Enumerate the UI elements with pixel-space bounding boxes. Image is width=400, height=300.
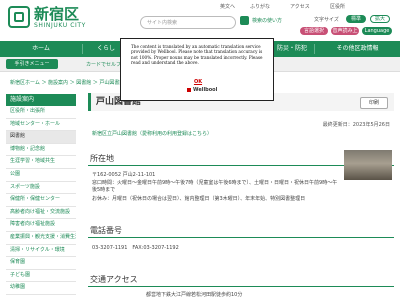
sidebar-item[interactable]: 生涯学習・地域共生 xyxy=(6,156,76,169)
sidebar-item[interactable]: 保育園 xyxy=(6,257,76,270)
card-self-link[interactable]: カードでセルフ xyxy=(86,61,121,68)
language-button[interactable]: Language xyxy=(362,27,392,35)
registration-link[interactable]: 新宿区立戸山図書館（愛称利用の利用登録はこちら） xyxy=(92,130,212,137)
search-button[interactable] xyxy=(240,16,249,25)
utility-link-english[interactable]: 英文へ xyxy=(220,3,235,10)
address-line: 〒162-0052 戸山2-11-101 xyxy=(92,172,156,178)
sidebar-item[interactable]: スポーツ施設 xyxy=(6,182,76,195)
search-tips-link[interactable]: 検索の使い方 xyxy=(252,17,282,24)
library-photo xyxy=(344,150,392,180)
breadcrumb[interactable]: 新宿区ホーム ＞ 施設案内 ＞ 図書館 ＞ 戸山図書館 xyxy=(10,79,124,86)
print-button[interactable]: 印刷 xyxy=(360,97,388,109)
utility-link-furigana[interactable]: ふりがな xyxy=(250,3,270,10)
last-updated: 最終更新日：2023年5月26日 xyxy=(322,122,390,128)
utility-link-cityhall[interactable]: 区役所 xyxy=(330,3,345,10)
read-aloud-button[interactable]: 音声読み上げ xyxy=(331,27,359,42)
procedure-menu-button[interactable]: 手引きメニュー xyxy=(6,59,58,69)
language-select-button[interactable]: 言語選択 xyxy=(300,27,328,35)
logo-jp: 新宿区 xyxy=(34,5,80,23)
sidebar-item[interactable]: 公園 xyxy=(6,169,76,182)
nav-home[interactable]: ホーム xyxy=(0,41,82,57)
logo-en: SHINJUKU CITY xyxy=(34,22,86,29)
sidebar-heading: 施設案内 xyxy=(6,94,76,106)
wellbool-logo: Wellbool xyxy=(187,87,217,93)
translation-notice-dialog: The content is translated by an automati… xyxy=(120,38,274,101)
site-logo[interactable]: 新宿区 SHINJUKU CITY xyxy=(8,6,86,29)
translation-notice-text: The content is translated by an automati… xyxy=(131,44,263,65)
text-size-large-button[interactable]: 拡大 xyxy=(370,15,390,23)
sidebar-item[interactable]: 博物館・記念館 xyxy=(6,144,76,157)
closed-line: お休み：月曜日（祝休日の場合は翌日）、館内整理日（第3木曜日）、年末年始、特別図… xyxy=(92,196,306,202)
sidebar-item[interactable]: 地域センター・ホール xyxy=(6,119,76,132)
sidebar-item[interactable]: 産業振興・観光支援・消費生活 xyxy=(6,232,76,245)
sidebar-item[interactable]: 幼稚園 xyxy=(6,282,76,295)
site-header: 新宿区 SHINJUKU CITY 英文へ ふりがな アクセス 区役所 サイト内… xyxy=(0,0,400,42)
wellbool-brand: Wellbool xyxy=(193,87,218,93)
text-size-standard-button[interactable]: 標準 xyxy=(346,15,366,23)
nav-other[interactable]: その他区政情報 xyxy=(315,41,400,57)
sidebar-item[interactable]: 高齢者向け福祉・交流施設 xyxy=(6,207,76,220)
phone-line: 03-3207-1191 FAX:03-3207-1192 xyxy=(92,245,179,251)
ok-button[interactable]: OK xyxy=(121,79,275,85)
sidebar: 施設案内 区役所・出張所 地域センター・ホール 図書館 博物館・記念館 生涯学習… xyxy=(6,94,76,295)
sidebar-item[interactable]: 保健所・保健センター xyxy=(6,194,76,207)
text-size-label: 文字サイズ xyxy=(314,17,339,23)
wellbool-icon xyxy=(187,87,191,92)
sidebar-item[interactable]: 清掃・リサイクル・環境 xyxy=(6,245,76,258)
phone-heading: 電話番号 xyxy=(88,224,394,238)
city-emblem-icon xyxy=(8,6,30,28)
utility-link-access[interactable]: アクセス xyxy=(290,3,310,10)
sidebar-item[interactable]: 障害者向け福祉施設 xyxy=(6,219,76,232)
sidebar-item-library[interactable]: 図書館 xyxy=(6,131,76,144)
access-line: 都営地下鉄大江戸線若松河田駅徒歩約10分 xyxy=(146,292,243,298)
nav-bousai[interactable]: 防災・防犯 xyxy=(270,41,314,57)
sidebar-item[interactable]: 子ども園 xyxy=(6,270,76,283)
access-heading: 交通アクセス xyxy=(88,273,394,287)
hours-line: 窓口時間：火曜日～金曜日午前9時～午後7時（児童室は午後6時まで）、土曜日・日曜… xyxy=(92,180,338,193)
sidebar-item[interactable]: 区役所・出張所 xyxy=(6,106,76,119)
search-input[interactable]: サイト内検索 xyxy=(140,16,236,29)
